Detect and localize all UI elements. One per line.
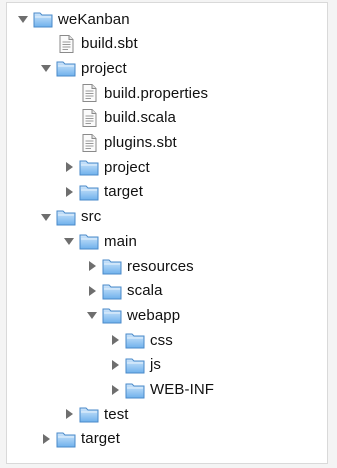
tree-folder-row[interactable]: target bbox=[40, 427, 120, 451]
disclosure-triangle-closed-icon[interactable] bbox=[109, 334, 121, 346]
tree-item-label: build.scala bbox=[104, 109, 176, 127]
tree-folder-row[interactable]: target bbox=[63, 180, 143, 204]
tree-item-label: project bbox=[81, 59, 127, 77]
disclosure-triangle-open-icon[interactable] bbox=[40, 211, 52, 223]
tree-item-label: plugins.sbt bbox=[104, 134, 177, 151]
disclosure-triangle-open-icon[interactable] bbox=[63, 235, 75, 247]
tree-item-label: weKanban bbox=[58, 10, 130, 28]
tree-item-label: css bbox=[150, 331, 173, 349]
tree-item-label: target bbox=[81, 430, 120, 448]
file-icon bbox=[78, 133, 100, 153]
disclosure-triangle-open-icon[interactable] bbox=[17, 13, 29, 25]
file-tree: weKanban build.sbt project build.propert… bbox=[7, 3, 327, 463]
tree-item-label: webapp bbox=[127, 306, 181, 324]
file-icon bbox=[78, 108, 100, 128]
tree-folder-row[interactable]: webapp bbox=[86, 303, 180, 327]
tree-item-label: build.properties bbox=[104, 84, 209, 102]
folder-icon bbox=[101, 305, 123, 325]
tree-folder-row[interactable]: project bbox=[40, 56, 127, 80]
folder-icon bbox=[101, 256, 123, 276]
disclosure-triangle-closed-icon[interactable] bbox=[86, 285, 98, 297]
tree-folder-row[interactable]: weKanban bbox=[17, 7, 130, 31]
disclosure-triangle-closed-icon[interactable] bbox=[63, 408, 75, 420]
disclosure-triangle-open-icon[interactable] bbox=[86, 309, 98, 321]
file-icon bbox=[55, 34, 77, 54]
tree-file-row[interactable]: build.scala bbox=[63, 106, 176, 130]
tree-file-row[interactable]: build.sbt bbox=[40, 32, 138, 56]
tree-folder-row[interactable]: project bbox=[63, 155, 150, 179]
disclosure-triangle-closed-icon[interactable] bbox=[86, 260, 98, 272]
disclosure-triangle-closed-icon[interactable] bbox=[63, 161, 75, 173]
tree-item-label: src bbox=[81, 208, 102, 226]
folder-icon bbox=[78, 182, 100, 202]
folder-icon bbox=[78, 231, 100, 251]
folder-icon bbox=[32, 9, 54, 29]
file-tree-panel: weKanban build.sbt project build.propert… bbox=[6, 2, 328, 464]
disclosure-triangle-closed-icon[interactable] bbox=[63, 186, 75, 198]
folder-icon bbox=[55, 58, 77, 78]
tree-item-label: target bbox=[104, 183, 143, 201]
folder-icon bbox=[55, 207, 77, 227]
tree-item-label: js bbox=[150, 356, 162, 374]
tree-item-label: build.sbt bbox=[81, 35, 138, 53]
folder-icon bbox=[124, 380, 146, 400]
folder-icon bbox=[101, 281, 123, 301]
tree-item-label: scala bbox=[127, 282, 163, 300]
tree-folder-row[interactable]: resources bbox=[86, 254, 194, 278]
tree-folder-row[interactable]: main bbox=[63, 229, 137, 253]
tree-folder-row[interactable]: test bbox=[63, 402, 129, 426]
tree-folder-row[interactable]: css bbox=[109, 328, 173, 352]
folder-icon bbox=[124, 330, 146, 350]
tree-folder-row[interactable]: js bbox=[109, 353, 161, 377]
tree-item-label: project bbox=[104, 158, 150, 176]
tree-item-label: resources bbox=[127, 257, 194, 275]
disclosure-triangle-closed-icon[interactable] bbox=[109, 359, 121, 371]
file-icon bbox=[78, 83, 100, 103]
folder-icon bbox=[55, 429, 77, 449]
tree-file-row[interactable]: plugins.sbt bbox=[63, 131, 177, 155]
tree-file-row[interactable]: build.properties bbox=[63, 81, 208, 105]
folder-icon bbox=[78, 404, 100, 424]
folder-icon bbox=[124, 355, 146, 375]
folder-icon bbox=[78, 157, 100, 177]
tree-item-label: test bbox=[104, 405, 129, 423]
tree-folder-row[interactable]: WEB-INF bbox=[109, 378, 214, 402]
disclosure-triangle-closed-icon[interactable] bbox=[40, 433, 52, 445]
tree-folder-row[interactable]: scala bbox=[86, 279, 163, 303]
tree-folder-row[interactable]: src bbox=[40, 205, 101, 229]
disclosure-triangle-closed-icon[interactable] bbox=[109, 384, 121, 396]
tree-item-label: WEB-INF bbox=[150, 381, 215, 398]
disclosure-triangle-open-icon[interactable] bbox=[40, 62, 52, 74]
tree-item-label: main bbox=[104, 232, 137, 250]
